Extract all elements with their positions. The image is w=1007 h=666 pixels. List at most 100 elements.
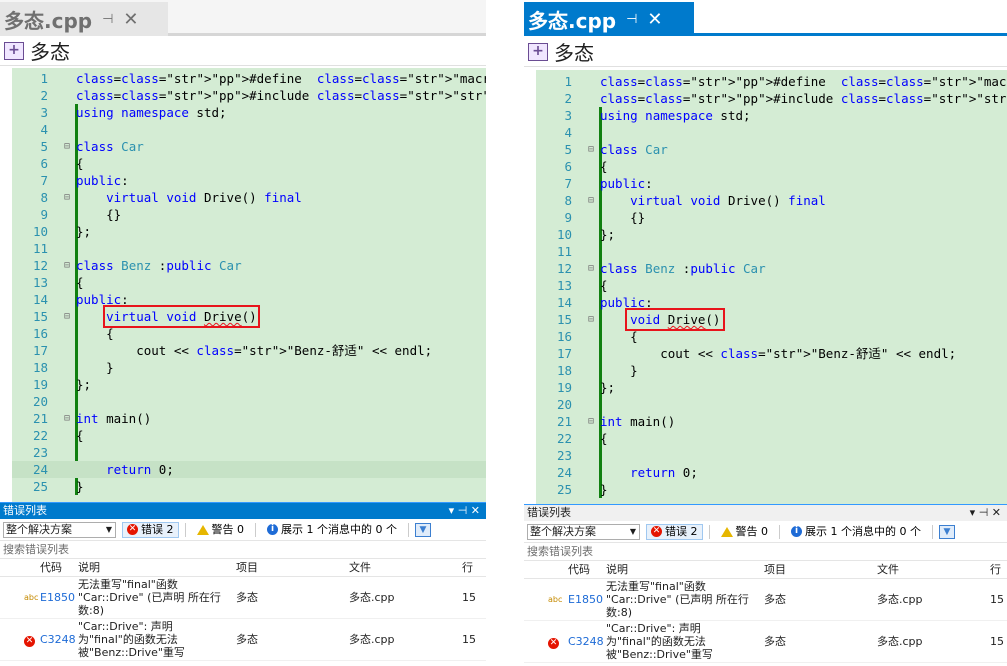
code-line[interactable]: 6{: [12, 155, 486, 172]
column-header-line[interactable]: 行: [990, 561, 1001, 579]
code-line[interactable]: 13 {: [536, 277, 1007, 294]
code-line[interactable]: 3 using namespace std;: [12, 104, 486, 121]
code-line[interactable]: 12 ⊟ class Benz :public Car: [12, 257, 486, 274]
code-line[interactable]: 25}: [536, 481, 1007, 498]
error-code[interactable]: C3248: [568, 635, 604, 648]
code-line[interactable]: 21 ⊟ int main(): [536, 413, 1007, 430]
code-editor[interactable]: 1 class=class="str">"pp">#define class=cl…: [524, 70, 1007, 504]
error-row[interactable]: abc E1850 无法重写"final"函数 "Car::Drive" (已声明 …: [0, 577, 486, 619]
code-line[interactable]: 24 return 0;: [536, 464, 1007, 481]
code-line[interactable]: 7 public:: [12, 172, 486, 189]
code-line[interactable]: 21 ⊟ int main(): [12, 410, 486, 427]
messages-filter-button[interactable]: i 展示 1 个消息中的 0 个: [786, 524, 926, 540]
code-line[interactable]: 2 class=class="str">"pp">#include class=c…: [536, 90, 1007, 107]
code-line[interactable]: 4: [12, 121, 486, 138]
code-line[interactable]: 19};: [12, 376, 486, 393]
collapse-icon[interactable]: ⊟: [588, 311, 598, 328]
pin-icon[interactable]: ⊣: [626, 12, 637, 27]
search-error-list-input[interactable]: 搜索错误列表: [524, 543, 1007, 561]
code-line[interactable]: 23: [12, 444, 486, 461]
code-line[interactable]: 11: [12, 240, 486, 257]
error-row[interactable]: abc E1850 无法重写"final"函数 "Car::Drive" (已声明 …: [524, 579, 1007, 621]
pin-icon[interactable]: ⊣: [102, 12, 113, 27]
code-line[interactable]: 18 }: [536, 362, 1007, 379]
code-line[interactable]: 18 }: [12, 359, 486, 376]
collapse-icon[interactable]: ⊟: [588, 141, 598, 158]
column-header-file[interactable]: 文件: [349, 559, 371, 577]
code-line[interactable]: 24 return 0;: [12, 461, 486, 478]
code-line[interactable]: 11: [536, 243, 1007, 260]
code-line[interactable]: 4: [536, 124, 1007, 141]
close-icon[interactable]: ✕: [123, 9, 138, 30]
build-filter-icon[interactable]: ▼: [938, 524, 955, 539]
error-code[interactable]: E1850: [568, 593, 603, 606]
error-code[interactable]: C3248: [40, 633, 76, 646]
code-line[interactable]: 16 {: [536, 328, 1007, 345]
code-line[interactable]: 8 ⊟ virtual void Drive() final: [12, 189, 486, 206]
code-line[interactable]: 20: [12, 393, 486, 410]
code-line[interactable]: 22 {: [536, 430, 1007, 447]
code-line[interactable]: 19};: [536, 379, 1007, 396]
column-header-file[interactable]: 文件: [877, 561, 899, 579]
messages-filter-button[interactable]: i 展示 1 个消息中的 0 个: [262, 522, 402, 538]
column-header-desc[interactable]: 说明: [78, 559, 100, 577]
code-line[interactable]: 1 class=class="str">"pp">#define class=cl…: [12, 70, 486, 87]
scope-dropdown[interactable]: 整个解决方案 ▼: [527, 523, 640, 540]
code-line[interactable]: 14 public:: [536, 294, 1007, 311]
collapse-icon[interactable]: ⊟: [588, 192, 598, 209]
code-line[interactable]: 6{: [536, 158, 1007, 175]
code-editor[interactable]: 1 class=class="str">"pp">#define class=cl…: [0, 68, 486, 502]
project-navigation-bar[interactable]: + 多态: [0, 36, 486, 66]
code-line[interactable]: 23: [536, 447, 1007, 464]
code-line[interactable]: 8 ⊟ virtual void Drive() final: [536, 192, 1007, 209]
code-line[interactable]: 9 {}: [12, 206, 486, 223]
project-navigation-bar[interactable]: + 多态: [524, 37, 1007, 67]
column-header-code[interactable]: 代码: [568, 561, 590, 579]
code-line[interactable]: 10};: [12, 223, 486, 240]
code-line[interactable]: 12 ⊟ class Benz :public Car: [536, 260, 1007, 277]
warnings-filter-button[interactable]: 警告 0: [716, 524, 774, 540]
code-line[interactable]: 7 public:: [536, 175, 1007, 192]
document-tab[interactable]: 多态.cpp ⊣ ✕: [0, 2, 168, 36]
code-line[interactable]: 10};: [536, 226, 1007, 243]
error-row[interactable]: ✕ C3248 "Car::Drive": 声明 为"final"的函数无法 被"B…: [524, 621, 1007, 663]
code-line[interactable]: 20: [536, 396, 1007, 413]
code-line[interactable]: 3 using namespace std;: [536, 107, 1007, 124]
build-filter-icon[interactable]: ▼: [414, 522, 431, 537]
column-header-project[interactable]: 项目: [764, 561, 786, 579]
collapse-icon[interactable]: ⊟: [588, 260, 598, 277]
errors-filter-button[interactable]: ✕ 错误 2: [122, 521, 179, 538]
search-error-list-input[interactable]: 搜索错误列表: [0, 541, 486, 559]
error-code[interactable]: E1850: [40, 591, 75, 604]
code-line[interactable]: 2 class=class="str">"pp">#include class=c…: [12, 87, 486, 104]
collapse-icon[interactable]: ⊟: [64, 410, 74, 427]
collapse-icon[interactable]: ⊟: [64, 257, 74, 274]
collapse-icon[interactable]: ⊟: [64, 138, 74, 155]
window-menu-icon[interactable]: ▾ ⊣ ✕: [449, 503, 480, 519]
column-header-line[interactable]: 行: [462, 559, 473, 577]
code-line[interactable]: 22 {: [12, 427, 486, 444]
code-line[interactable]: 5 ⊟ class Car: [536, 141, 1007, 158]
code-line[interactable]: 25}: [12, 478, 486, 495]
code-line[interactable]: 17 cout << class="str">"Benz-舒适" << endl…: [536, 345, 1007, 362]
window-menu-icon[interactable]: ▾ ⊣ ✕: [970, 505, 1001, 521]
collapse-icon[interactable]: ⊟: [64, 189, 74, 206]
close-icon[interactable]: ✕: [647, 9, 662, 30]
scope-dropdown[interactable]: 整个解决方案 ▼: [3, 521, 116, 538]
column-header-desc[interactable]: 说明: [606, 561, 628, 579]
column-header-project[interactable]: 项目: [236, 559, 258, 577]
code-line[interactable]: 9 {}: [536, 209, 1007, 226]
code-line[interactable]: 17 cout << class="str">"Benz-舒适" << endl…: [12, 342, 486, 359]
code-line[interactable]: 13 {: [12, 274, 486, 291]
code-line[interactable]: 15 ⊟ void Drive(): [536, 311, 1007, 328]
collapse-icon[interactable]: ⊟: [64, 308, 74, 325]
collapse-icon[interactable]: ⊟: [588, 413, 598, 430]
warnings-filter-button[interactable]: 警告 0: [192, 522, 250, 538]
column-header-code[interactable]: 代码: [40, 559, 62, 577]
error-file: 多态.cpp: [349, 633, 395, 646]
document-tab[interactable]: 多态.cpp ⊣ ✕: [524, 2, 694, 36]
code-line[interactable]: 1 class=class="str">"pp">#define class=cl…: [536, 73, 1007, 90]
error-row[interactable]: ✕ C3248 "Car::Drive": 声明 为"final"的函数无法 被"B…: [0, 619, 486, 661]
code-line[interactable]: 5 ⊟ class Car: [12, 138, 486, 155]
errors-filter-button[interactable]: ✕ 错误 2: [646, 523, 703, 540]
